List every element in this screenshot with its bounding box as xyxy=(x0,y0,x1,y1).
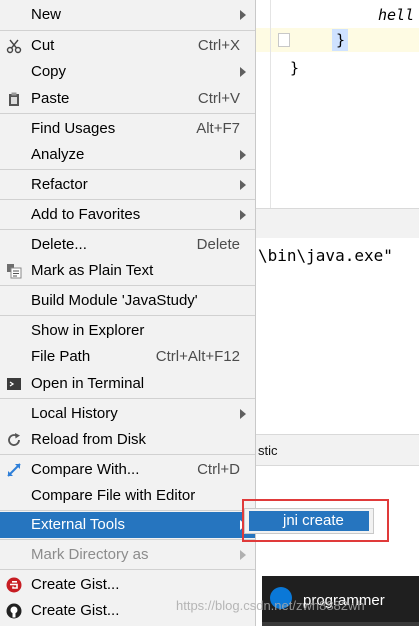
menu-label: Mark as Plain Text xyxy=(31,262,154,279)
menu-item-open-in-terminal[interactable]: Open in Terminal xyxy=(0,371,255,397)
scissors-icon xyxy=(6,38,22,54)
submenu-arrow-icon xyxy=(240,409,246,419)
menu-separator xyxy=(0,30,255,31)
menu-label: Show in Explorer xyxy=(31,322,145,339)
menu-item-local-history[interactable]: Local History xyxy=(0,401,255,427)
watermark-text: https://blog.csdn.net/zwh8882wh xyxy=(176,598,365,613)
code-line-hello: hell xyxy=(378,6,415,24)
text-file-icon xyxy=(6,263,22,279)
menu-item-create-gist-gitee[interactable]: Create Gist... xyxy=(0,572,255,598)
menu-label: Compare File with Editor xyxy=(31,487,196,504)
menu-label: Analyze xyxy=(31,146,85,163)
menu-label: Find Usages xyxy=(31,120,116,137)
menu-separator xyxy=(0,398,255,399)
menu-item-mark-as-plain-text[interactable]: Mark as Plain Text xyxy=(0,258,255,284)
menu-shortcut: Alt+F7 xyxy=(196,120,240,137)
submenu-arrow-icon xyxy=(240,150,246,160)
menu-label: External Tools xyxy=(31,516,125,533)
menu-item-mark-directory-as: Mark Directory as xyxy=(0,542,255,568)
terminal-icon xyxy=(6,376,22,392)
menu-shortcut: Ctrl+X xyxy=(197,37,240,54)
menu-separator xyxy=(0,539,255,540)
menu-label: Open in Terminal xyxy=(31,375,145,392)
console-text: \bin\java.exe" xyxy=(258,246,393,265)
bottom-tab-bar xyxy=(255,434,419,466)
menu-shortcut: Ctrl+D xyxy=(197,461,240,478)
menu-item-build-module[interactable]: Build Module 'JavaStudy' xyxy=(0,288,255,314)
reload-icon xyxy=(6,432,22,448)
menu-item-compare-with[interactable]: Compare With... Ctrl+D xyxy=(0,457,255,483)
code-line-closing-brace-inner: } xyxy=(336,31,346,49)
menu-label: Delete... xyxy=(31,236,87,253)
menu-separator xyxy=(0,229,255,230)
menu-label: File Path xyxy=(31,348,91,365)
menu-separator xyxy=(0,169,255,170)
annotation-highlight-box xyxy=(242,499,389,542)
menu-separator xyxy=(0,510,255,511)
menu-label: Local History xyxy=(31,405,118,422)
menu-item-delete[interactable]: Delete... Delete xyxy=(0,232,255,258)
fold-marker-icon[interactable] xyxy=(278,33,290,47)
menu-label: Copy xyxy=(31,63,67,80)
taskbar-accent-bar xyxy=(262,622,419,626)
code-line-closing-brace-outer: } xyxy=(290,59,300,77)
menu-separator xyxy=(0,454,255,455)
menu-item-show-in-explorer[interactable]: Show in Explorer xyxy=(0,318,255,344)
github-icon xyxy=(6,603,22,619)
console-output[interactable] xyxy=(255,238,419,434)
submenu-arrow-icon xyxy=(240,210,246,220)
menu-item-refactor[interactable]: Refactor xyxy=(0,172,255,198)
menu-label: Refactor xyxy=(31,176,88,193)
menu-label: New xyxy=(31,6,62,23)
menu-item-analyze[interactable]: Analyze xyxy=(0,142,255,168)
menu-item-copy[interactable]: Copy xyxy=(0,59,255,85)
editor-gutter-line xyxy=(270,0,271,210)
menu-item-reload-from-disk[interactable]: Reload from Disk xyxy=(0,427,255,453)
submenu-arrow-icon xyxy=(240,550,246,560)
context-menu: New Cut Ctrl+X Copy Paste Ctrl+V Find Us… xyxy=(0,0,256,626)
menu-shortcut: Ctrl+Alt+F12 xyxy=(155,348,240,365)
menu-shortcut: Delete xyxy=(196,236,240,253)
menu-item-compare-file-with-editor[interactable]: Compare File with Editor xyxy=(0,483,255,509)
menu-separator xyxy=(0,315,255,316)
run-panel-header xyxy=(255,208,419,239)
menu-item-file-path[interactable]: File Path Ctrl+Alt+F12 xyxy=(0,344,255,370)
clipboard-icon xyxy=(6,91,22,107)
menu-label: Cut xyxy=(31,37,55,54)
menu-label: Build Module 'JavaStudy' xyxy=(31,292,198,309)
menu-shortcut: Ctrl+V xyxy=(197,90,240,107)
menu-separator xyxy=(0,569,255,570)
menu-label: Reload from Disk xyxy=(31,431,147,448)
submenu-arrow-icon xyxy=(240,10,246,20)
menu-label: Create Gist... xyxy=(31,576,120,593)
menu-item-paste[interactable]: Paste Ctrl+V xyxy=(0,86,255,112)
submenu-arrow-icon xyxy=(240,67,246,77)
menu-label: Paste xyxy=(31,90,70,107)
menu-item-cut[interactable]: Cut Ctrl+X xyxy=(0,33,255,59)
menu-item-add-to-favorites[interactable]: Add to Favorites xyxy=(0,202,255,228)
menu-label: Compare With... xyxy=(31,461,140,478)
menu-label: Create Gist... xyxy=(31,602,120,619)
menu-separator xyxy=(0,285,255,286)
menu-label: Mark Directory as xyxy=(31,546,149,563)
menu-item-find-usages[interactable]: Find Usages Alt+F7 xyxy=(0,116,255,142)
compare-arrows-icon xyxy=(6,462,22,478)
menu-separator xyxy=(0,199,255,200)
menu-separator xyxy=(0,113,255,114)
gitee-icon xyxy=(6,577,22,593)
menu-item-external-tools[interactable]: External Tools xyxy=(0,512,255,538)
tab-label-fragment[interactable]: stic xyxy=(258,443,278,458)
submenu-arrow-icon xyxy=(240,180,246,190)
menu-item-new[interactable]: New xyxy=(0,2,255,28)
menu-label: Add to Favorites xyxy=(31,206,141,223)
